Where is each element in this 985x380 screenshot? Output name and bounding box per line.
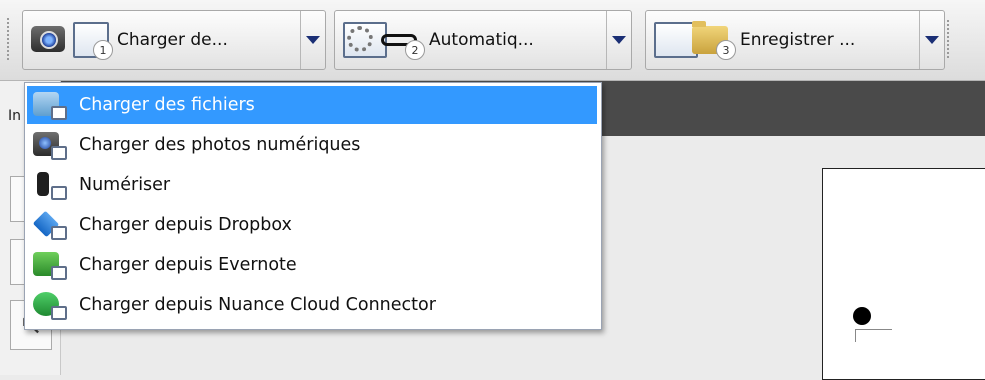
save-group: 3 Enregistrer ... — [645, 10, 945, 70]
menu-item-load-photos[interactable]: Charger des photos numériques — [27, 126, 597, 164]
step-badge: 1 — [93, 40, 113, 60]
toolbar: 1 Charger de... 2 Automatiq... 3 Enregis… — [0, 0, 985, 81]
panel-tab[interactable]: In — [8, 108, 21, 124]
menu-item-nuance-cloud[interactable]: Charger depuis Nuance Cloud Connector — [27, 286, 597, 324]
bullet-icon — [853, 307, 871, 325]
automatic-button[interactable]: 2 Automatiq... — [335, 11, 605, 69]
toolbar-grip[interactable] — [7, 18, 9, 62]
load-dropdown-button[interactable] — [300, 11, 325, 69]
menu-item-dropbox[interactable]: Charger depuis Dropbox — [27, 206, 597, 244]
chevron-down-icon — [925, 36, 939, 44]
menu-item-label: Charger des photos numériques — [79, 135, 361, 155]
save-dropdown-button[interactable] — [919, 11, 944, 69]
camera-icon — [33, 130, 67, 160]
menu-item-label: Numériser — [79, 175, 171, 195]
menu-item-label: Charger des fichiers — [79, 95, 255, 115]
step-badge: 3 — [716, 40, 736, 60]
menu-item-label: Charger depuis Evernote — [79, 255, 297, 275]
load-button[interactable]: 1 Charger de... — [23, 11, 299, 69]
process-group: 2 Automatiq... — [334, 10, 632, 70]
gear-glasses-icon: 2 — [343, 20, 425, 60]
menu-item-evernote[interactable]: Charger depuis Evernote — [27, 246, 597, 284]
page-content-line — [855, 329, 892, 342]
menu-item-label: Charger depuis Nuance Cloud Connector — [79, 295, 436, 315]
document-page-preview — [822, 168, 985, 380]
dropbox-icon — [32, 210, 67, 240]
chevron-down-icon — [612, 36, 626, 44]
save-button-label: Enregistrer ... — [740, 30, 856, 50]
menu-item-load-files[interactable]: Charger des fichiers — [27, 86, 597, 124]
load-button-label: Charger de... — [117, 30, 228, 50]
step-badge: 2 — [405, 40, 425, 60]
nuance-cloud-icon — [33, 290, 67, 320]
scanner-icon — [33, 170, 67, 200]
camera-document-icon: 1 — [31, 20, 113, 60]
document-folder-icon: 3 — [654, 20, 736, 60]
menu-item-label: Charger depuis Dropbox — [79, 215, 292, 235]
toolbar-separator — [947, 20, 949, 60]
save-button[interactable]: 3 Enregistrer ... — [646, 11, 918, 69]
folder-upload-icon — [33, 90, 67, 120]
automatic-button-label: Automatiq... — [429, 30, 534, 50]
load-group: 1 Charger de... — [22, 10, 326, 70]
automatic-dropdown-button[interactable] — [606, 11, 631, 69]
evernote-icon — [33, 250, 67, 280]
chevron-down-icon — [306, 36, 320, 44]
load-dropdown-menu: Charger des fichiers Charger des photos … — [24, 82, 602, 330]
menu-item-scan[interactable]: Numériser — [27, 166, 597, 204]
